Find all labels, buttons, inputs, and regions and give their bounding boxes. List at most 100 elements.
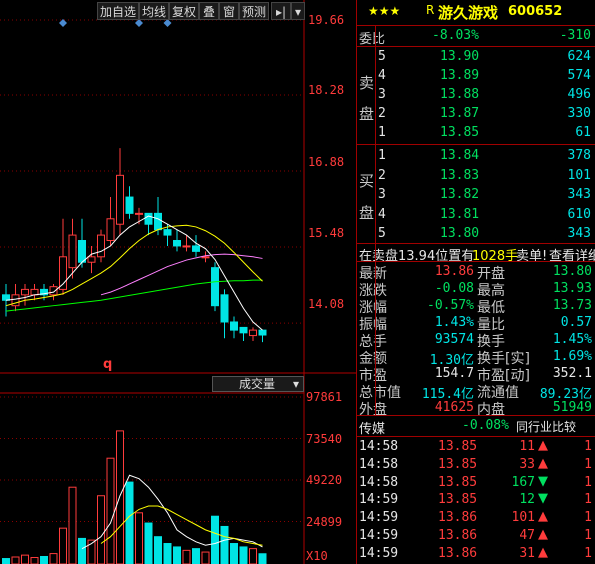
tick-time: 14:59 — [359, 528, 399, 543]
bid-volume: 343 — [567, 226, 591, 242]
ask-volume: 624 — [567, 49, 591, 64]
stat-label: 内盘 — [477, 402, 505, 418]
ask-level: 4 — [378, 68, 386, 83]
stat-value: 13.93 — [552, 281, 592, 296]
volume-bar — [201, 551, 210, 564]
candle-body — [2, 294, 10, 301]
bid-rows: 1 13.84 378 2 13.83 101 3 13.82 343 4 13.81 610 5 13.… — [356, 146, 595, 243]
stat-value: -0.57% — [427, 298, 474, 313]
stat-value: 93574 — [434, 332, 474, 347]
tick-extra: 1 — [584, 439, 592, 454]
bid-volume: 343 — [567, 187, 591, 203]
ask-price: 13.87 — [440, 106, 480, 121]
volume-bar — [40, 555, 48, 564]
overlay-button[interactable]: 叠 — [199, 2, 219, 20]
candle-body — [144, 212, 153, 225]
panel-border — [356, 0, 357, 564]
volume-bar — [11, 556, 20, 564]
tick-extra: 1 — [584, 492, 592, 508]
volume-bar — [154, 536, 162, 564]
volume-axis-label: 49220 — [306, 473, 343, 487]
stat-value: 1.45% — [552, 332, 592, 347]
volume-bar — [49, 553, 58, 564]
ask-level: 2 — [378, 106, 386, 121]
r-badge: R — [426, 3, 435, 17]
forecast-button[interactable]: 预测 — [239, 2, 269, 20]
volume-bar — [211, 515, 219, 564]
window-button[interactable]: 窗 — [219, 2, 239, 20]
bid-volume: 378 — [567, 148, 591, 163]
stat-value: 41625 — [434, 400, 474, 415]
ask-volume: 574 — [567, 68, 591, 83]
volume-bar — [144, 522, 153, 564]
industry-name: 传媒 — [359, 422, 386, 437]
kline-chart[interactable] — [0, 0, 356, 564]
stat-value: 154.7 — [434, 366, 474, 381]
ask-price: 13.89 — [440, 68, 480, 83]
ask-volume: 330 — [567, 106, 591, 121]
price-axis-label: 15.48 — [308, 226, 345, 240]
ask-price: 13.88 — [440, 87, 480, 102]
tick-time: 14:59 — [359, 510, 399, 526]
tick-extra: 1 — [584, 545, 592, 561]
bid-price: 13.84 — [440, 148, 480, 163]
volume-indicator-select[interactable]: 成交量 ▾ — [212, 376, 304, 392]
chart-panel[interactable]: 加自选 均线 复权 叠 窗 预测 ▸| ▾ 19.66 18.28 16.88 … — [0, 0, 356, 564]
tick-volume: 101 — [511, 510, 535, 526]
ask-price: 13.85 — [440, 125, 480, 140]
tick-extra: 1 — [584, 510, 592, 526]
volume-bar — [135, 512, 143, 564]
volume-bar — [230, 543, 238, 564]
volume-bar — [258, 553, 267, 564]
tick-price: 13.85 — [438, 492, 478, 508]
order-notice[interactable]: 在卖盘13.94位置有 1028手 卖单! 查看详细 — [356, 245, 595, 264]
stock-code: 600652 — [508, 4, 563, 19]
bid-price: 13.82 — [440, 187, 480, 203]
ask-rows: 5 13.90 624 4 13.89 574 3 13.88 496 2 13.87 330 1 13.… — [356, 47, 595, 142]
moving-average-button[interactable]: 均线 — [139, 2, 169, 20]
volume-bar — [125, 481, 134, 564]
tick-volume: 31 — [519, 545, 535, 561]
candle-body — [68, 234, 77, 269]
volume-bar — [192, 548, 200, 564]
arrow-up-icon: ▲ — [538, 544, 548, 560]
toolbar-menu-button[interactable]: ▾ — [291, 2, 305, 20]
tick-time: 14:58 — [359, 456, 399, 472]
bid-price: 13.80 — [440, 226, 480, 242]
chevron-down-icon: ▾ — [292, 377, 299, 391]
period-arrow-button[interactable]: ▸| — [271, 2, 291, 20]
candle-body — [249, 329, 257, 337]
volume-unit-label: X10 — [306, 549, 328, 563]
tick-volume: 167 — [511, 474, 535, 490]
candle-body — [116, 174, 124, 225]
rating-stars: ★★★ — [368, 4, 401, 18]
candle-body — [97, 234, 105, 258]
volume-bar — [30, 557, 39, 564]
chart-marker: q — [103, 357, 113, 372]
webi-value: -310 — [559, 28, 591, 43]
adjust-price-button[interactable]: 复权 — [169, 2, 199, 20]
bid-level: 1 — [378, 148, 386, 163]
bid-level: 3 — [378, 187, 386, 203]
stat-value: 1.43% — [434, 315, 474, 330]
candle-body — [125, 196, 134, 214]
candle-body — [211, 267, 219, 307]
tick-extra: 1 — [584, 528, 592, 543]
tick-volume: 47 — [519, 528, 535, 543]
tick-time: 14:58 — [359, 439, 399, 454]
volume-bar — [97, 495, 105, 564]
volume-bar — [239, 546, 248, 564]
candle-body — [163, 229, 172, 236]
bid-price: 13.81 — [440, 206, 480, 222]
bid-level: 2 — [378, 167, 386, 183]
stat-value: 0.57 — [560, 315, 592, 330]
candle-body — [173, 240, 181, 247]
tick-extra: 1 — [584, 456, 592, 472]
tick-extra: 1 — [584, 474, 592, 490]
candle-body — [78, 240, 86, 263]
industry-pct: -0.08% — [462, 418, 509, 433]
add-watchlist-button[interactable]: 加自选 — [97, 2, 139, 20]
divider — [356, 144, 595, 145]
volume-axis-label: 73540 — [306, 432, 343, 446]
industry-compare-button[interactable]: 同行业比较 — [516, 418, 576, 435]
